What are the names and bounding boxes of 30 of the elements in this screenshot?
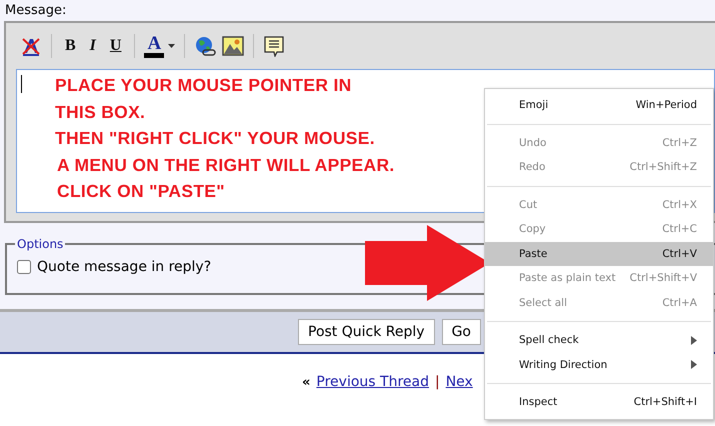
message-label: Message: xyxy=(5,3,68,19)
previous-arrow-text: « xyxy=(302,374,310,390)
menu-item[interactable]: Spell check xyxy=(485,328,713,352)
next-thread-link[interactable]: Nex xyxy=(446,374,473,390)
instruction-text: THIS BOX. xyxy=(55,100,146,124)
font-color-button[interactable]: A xyxy=(144,34,164,58)
instruction-text: THEN "RIGHT CLICK" YOUR MOUSE. xyxy=(55,127,376,150)
image-icon[interactable] xyxy=(222,35,244,57)
instruction-text: A MENU ON THE RIGHT WILL APPEAR. xyxy=(57,154,395,176)
form-button[interactable]: Post Quick Reply xyxy=(298,319,435,345)
quote-icon[interactable] xyxy=(263,35,286,57)
previous-thread-link[interactable]: Previous Thread xyxy=(316,374,429,390)
submenu-arrow-icon xyxy=(691,336,697,345)
menu-item[interactable]: Emoji Win+Period xyxy=(485,93,713,118)
menu-item[interactable]: Paste Ctrl+V xyxy=(485,242,713,266)
instruction-text: PLACE YOUR MOUSE POINTER IN xyxy=(55,74,353,97)
format-button[interactable]: B xyxy=(61,37,80,55)
submenu-arrow-icon xyxy=(691,360,697,370)
checkbox-label: Quote message in reply? xyxy=(37,259,212,275)
format-button[interactable]: I xyxy=(86,37,100,55)
options-legend: Options xyxy=(15,237,66,251)
quote-checkbox[interactable] xyxy=(17,260,31,274)
globe-icon[interactable] xyxy=(194,35,216,57)
separator-text: | xyxy=(434,374,440,390)
caret-icon[interactable] xyxy=(168,44,176,48)
format-button[interactable]: U xyxy=(106,37,126,55)
menu-item[interactable]: Inspect Ctrl+Shift+I xyxy=(485,390,713,414)
form-button[interactable]: Go xyxy=(442,319,481,345)
instruction-text: CLICK ON "PASTE" xyxy=(57,180,226,203)
menu-item[interactable]: Writing Direction xyxy=(485,352,713,377)
